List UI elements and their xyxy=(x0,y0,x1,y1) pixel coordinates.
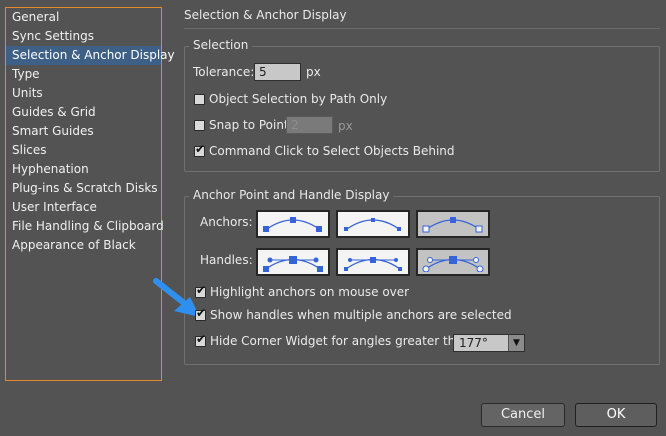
tolerance-input[interactable]: 5 xyxy=(254,63,301,81)
sidebar-item-guides-grid[interactable]: Guides & Grid xyxy=(6,103,161,122)
tolerance-unit: px xyxy=(306,65,321,79)
handles-label: Handles: xyxy=(200,253,253,267)
handle-style-3-icon xyxy=(422,256,484,272)
corner-angle-value: 177° xyxy=(459,336,488,350)
sidebar-item-appearance-of-black[interactable]: Appearance of Black xyxy=(6,236,161,255)
sidebar-item-plugins-scratch-disks[interactable]: Plug-ins & Scratch Disks xyxy=(6,179,161,198)
corner-angle-select[interactable]: 177° ▼ xyxy=(453,334,525,352)
check-icon: ✔ xyxy=(196,283,207,297)
hide-corner-widget-label: Hide Corner Widget for angles greater th… xyxy=(210,334,475,348)
anchor-style-3-icon xyxy=(422,217,483,233)
check-icon: ✔ xyxy=(196,332,207,346)
anchor-style-2-icon xyxy=(344,218,401,231)
command-click-label: Command Click to Select Objects Behind xyxy=(209,144,455,158)
handle-style-1-button[interactable] xyxy=(256,248,330,276)
sidebar-item-units[interactable]: Units xyxy=(6,84,161,103)
anchor-style-2-button[interactable] xyxy=(336,210,410,238)
sidebar-item-user-interface[interactable]: User Interface xyxy=(6,198,161,217)
selection-group-legend: Selection xyxy=(189,38,253,52)
show-handles-label: Show handles when multiple anchors are s… xyxy=(210,308,512,322)
snap-to-point-label: Snap to Point xyxy=(209,118,289,132)
sidebar-item-selection-anchor-display[interactable]: Selection & Anchor Display xyxy=(6,46,175,65)
sidebar-item-slices[interactable]: Slices xyxy=(6,141,161,160)
sidebar-item-file-handling-clipboard[interactable]: File Handling & Clipboard xyxy=(6,217,164,236)
highlight-anchors-checkbox[interactable]: ✔ xyxy=(195,283,207,298)
anchor-handle-group-legend: Anchor Point and Handle Display xyxy=(189,188,394,202)
tolerance-label: Tolerance: xyxy=(193,65,255,79)
check-icon: ✔ xyxy=(196,306,207,320)
anchor-style-1-icon xyxy=(263,217,322,232)
snap-distance-unit: px xyxy=(338,119,353,133)
sidebar-item-type[interactable]: Type xyxy=(6,65,161,84)
hide-corner-widget-checkbox[interactable]: ✔ xyxy=(195,332,207,347)
snap-to-point-checkbox[interactable] xyxy=(194,120,205,131)
cancel-button[interactable]: Cancel xyxy=(481,403,565,427)
command-click-checkbox[interactable]: ✔ xyxy=(194,142,206,157)
check-icon: ✔ xyxy=(195,142,206,156)
sidebar-item-general[interactable]: General xyxy=(6,8,161,27)
chevron-down-icon: ▼ xyxy=(508,335,524,351)
show-handles-checkbox[interactable]: ✔ xyxy=(195,306,207,321)
highlight-anchors-label: Highlight anchors on mouse over xyxy=(210,285,410,299)
preferences-sidebar: General Sync Settings Selection & Anchor… xyxy=(5,7,175,381)
sidebar-item-hyphenation[interactable]: Hyphenation xyxy=(6,160,161,179)
title-divider xyxy=(184,28,660,29)
handle-style-2-icon xyxy=(344,257,402,271)
anchors-label: Anchors: xyxy=(200,215,253,229)
page-title: Selection & Anchor Display xyxy=(184,8,347,22)
handle-style-2-button[interactable] xyxy=(336,248,410,276)
anchor-style-1-button[interactable] xyxy=(256,210,330,238)
object-selection-checkbox[interactable] xyxy=(194,94,205,105)
handle-style-3-button[interactable] xyxy=(416,248,490,276)
snap-distance-input[interactable]: 2 xyxy=(286,116,333,134)
sidebar-item-smart-guides[interactable]: Smart Guides xyxy=(6,122,161,141)
anchor-style-3-button[interactable] xyxy=(416,210,490,238)
handle-style-1-icon xyxy=(263,256,323,272)
sidebar-item-sync-settings[interactable]: Sync Settings xyxy=(6,27,161,46)
object-selection-label: Object Selection by Path Only xyxy=(209,92,388,106)
ok-button[interactable]: OK xyxy=(575,403,657,427)
